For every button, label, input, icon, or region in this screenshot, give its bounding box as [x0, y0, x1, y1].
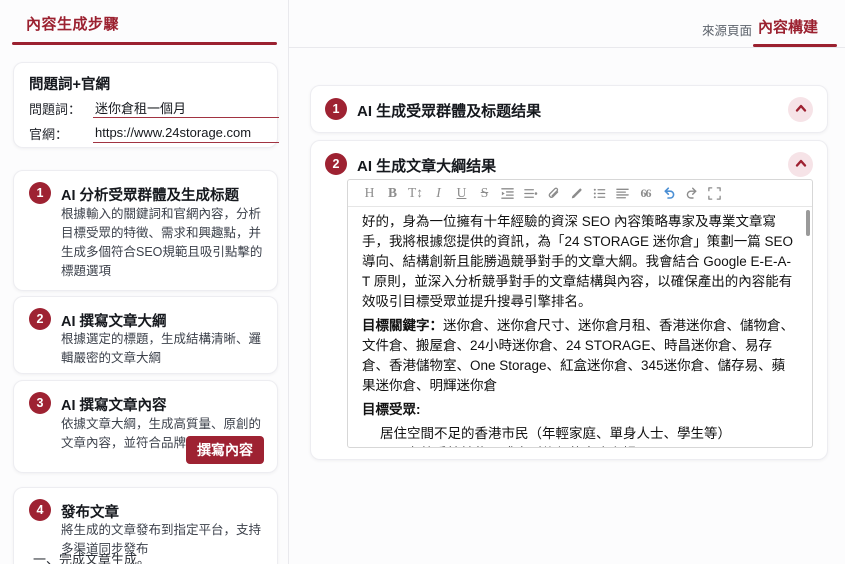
keyword-field-row: 問題詞：: [29, 99, 279, 118]
input-card-title: 問題詞+官網: [29, 77, 110, 93]
section-outline-result: 2 AI 生成文章大綱结果 H B T↕ I U S 66 好的，身為一位擁有十年經驗的資深…: [310, 140, 828, 460]
page-title: 內容生成步驟: [26, 16, 120, 33]
section-2-title: AI 生成文章大綱结果: [357, 158, 497, 175]
step-1-title: AI 分析受眾群體及生成标题: [61, 188, 240, 204]
step-3-badge: 3: [29, 392, 51, 414]
italic-icon[interactable]: I: [427, 182, 450, 204]
heading-icon[interactable]: H: [358, 182, 381, 204]
strikethrough-icon[interactable]: S: [473, 182, 496, 204]
editor-content-area[interactable]: 好的，身為一位擁有十年經驗的資深 SEO 內容策略專家及專業文章寫手，我將根據您…: [348, 207, 812, 447]
section-1-badge: 1: [325, 98, 347, 120]
website-input[interactable]: [93, 125, 279, 143]
section-1-collapse-button[interactable]: [788, 97, 813, 122]
list-icon[interactable]: [588, 182, 611, 204]
format-brush-icon[interactable]: [565, 182, 588, 204]
step-card-analyze: 1 AI 分析受眾群體及生成标题 根據輸入的關鍵詞和官網內容，分析目標受眾的特徵…: [13, 170, 278, 291]
section-1-title: AI 生成受眾群體及标题结果: [357, 103, 542, 120]
audience-label: 目標受眾:: [362, 402, 421, 417]
step-4-title: 發布文章: [61, 505, 119, 521]
input-card: 問題詞+官網 問題詞： 官網：: [13, 62, 279, 148]
tab-content-build[interactable]: 內容構建: [758, 16, 818, 37]
vertical-divider: [288, 0, 289, 564]
editor-scrollbar[interactable]: [806, 210, 810, 236]
step-4-extra-text: 一、完成文章生成。: [33, 552, 151, 564]
audience-item: 居住空間不足的香港市民（年輕家庭、單身人士、學生等）: [380, 426, 731, 441]
redo-icon[interactable]: [680, 182, 703, 204]
chevron-up-icon: [793, 156, 809, 173]
quote-icon[interactable]: 66: [634, 182, 657, 204]
title-underline: [12, 42, 277, 45]
editor-toolbar: H B T↕ I U S 66: [348, 180, 812, 207]
section-2-collapse-button[interactable]: [788, 152, 813, 177]
step-2-desc: 根據選定的標題，生成結構清晰、邏輯嚴密的文章大綱: [61, 332, 262, 365]
app-root: 內容生成步驟 問題詞+官網 問題詞： 官網： 1 AI 分析受眾群體及生成标题 …: [0, 0, 845, 564]
keywords-paragraph: 目標關鍵字：迷你倉、迷你倉尺寸、迷你倉月租、香港迷你倉、儲物倉、文件倉、搬屋倉、…: [362, 316, 796, 396]
line-height-icon[interactable]: [519, 182, 542, 204]
step-4-badge: 4: [29, 499, 51, 521]
keywords-label: 目標關鍵字：: [362, 318, 443, 333]
audience-item: 需要存放季節性物品或大型傢俱的家庭主婦: [362, 444, 796, 447]
step-card-publish: 4 發布文章 將生成的文章發布到指定平台，支持多渠道同步發布 一、完成文章生成。: [13, 487, 278, 564]
attachment-icon[interactable]: [542, 182, 565, 204]
fullscreen-icon[interactable]: [703, 182, 726, 204]
underline-icon[interactable]: U: [450, 182, 473, 204]
rich-text-editor: H B T↕ I U S 66 好的，身為一位擁有十年經驗的資深 SEO 內容策略專家及專業…: [347, 179, 813, 448]
step-2-title: AI 撰寫文章大綱: [61, 314, 167, 330]
tab-source-page[interactable]: 來源頁面: [702, 20, 752, 39]
step-1-desc: 根據輸入的關鍵詞和官網內容，分析目標受眾的特徵、需求和興趣點，并生成多個符合SE…: [61, 207, 263, 278]
tabbar-divider: [289, 47, 845, 48]
section-audience-result: 1 AI 生成受眾群體及标题结果: [310, 85, 828, 133]
step-3-title: AI 撰寫文章內容: [61, 398, 167, 414]
write-content-button[interactable]: 撰寫內容: [186, 436, 264, 464]
bold-icon[interactable]: B: [381, 182, 404, 204]
indent-icon[interactable]: [496, 182, 519, 204]
step-2-badge: 2: [29, 308, 51, 330]
step-1-badge: 1: [29, 182, 51, 204]
outline-intro-paragraph: 好的，身為一位擁有十年經驗的資深 SEO 內容策略專家及專業文章寫手，我將根據您…: [362, 214, 794, 309]
website-field-row: 官網：: [29, 124, 279, 143]
step-card-outline: 2 AI 撰寫文章大綱 根據選定的標題，生成結構清晰、邏輯嚴密的文章大綱: [13, 296, 278, 374]
keyword-label: 問題詞：: [29, 102, 82, 117]
website-label: 官網：: [29, 127, 69, 142]
undo-icon[interactable]: [657, 182, 680, 204]
active-tab-underline: [753, 44, 837, 47]
align-icon[interactable]: [611, 182, 634, 204]
chevron-up-icon: [793, 101, 809, 118]
section-2-badge: 2: [325, 153, 347, 175]
step-card-write: 3 AI 撰寫文章內容 依據文章大綱，生成高質量、原創的文章內容，並符合品牌語調…: [13, 380, 278, 473]
font-size-icon[interactable]: T↕: [404, 182, 427, 204]
keyword-input[interactable]: [93, 100, 279, 118]
